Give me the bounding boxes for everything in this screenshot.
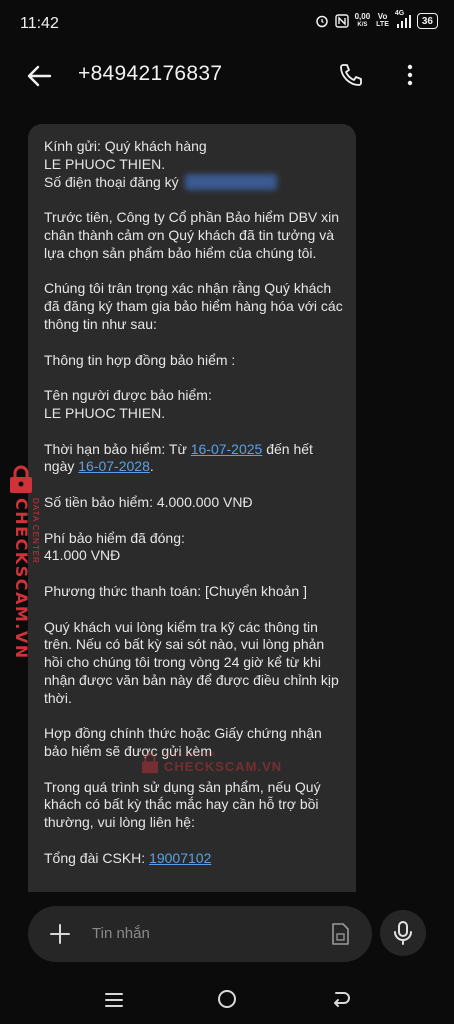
more-options-button[interactable] xyxy=(398,60,422,90)
recent-apps-button[interactable] xyxy=(104,990,124,1010)
intro-paragraph: Trước tiên, Công ty Cổ phần Bảo hiểm DBV… xyxy=(44,209,340,261)
system-navbar xyxy=(0,980,454,1024)
menu-lines-icon xyxy=(105,993,123,1007)
status-time: 11:42 xyxy=(20,15,59,32)
signal-icon: 4G xyxy=(395,10,411,28)
watermark-side-subtext: DATA CENTER xyxy=(31,498,40,564)
contact-number: +84942176837 xyxy=(78,62,223,85)
sim-card-icon xyxy=(332,923,349,945)
home-button[interactable] xyxy=(216,988,238,1010)
sum-insured: Số tiền bảo hiểm: 4.000.000 VNĐ xyxy=(44,493,253,510)
term-start-date-link[interactable]: 16-07-2025 xyxy=(191,441,263,457)
hotline-line: Tổng đài CSKH: 19007102 xyxy=(44,849,212,866)
back-arrow-icon xyxy=(334,992,350,1007)
support-paragraph: Trong quá trình sử dụng sản phẩm, nếu Qu… xyxy=(44,778,321,831)
confirm-paragraph: Chúng tôi trân trọng xác nhận rằng Quý k… xyxy=(44,280,343,332)
lock-icon xyxy=(10,465,32,493)
arrow-left-icon xyxy=(27,65,52,87)
nav-back-button[interactable] xyxy=(330,988,352,1010)
watermark-side: CHECKSCAM.VN DATA CENTER xyxy=(4,462,40,662)
microphone-icon xyxy=(394,921,412,945)
watermark-center-text: CHECKSCAM.VN xyxy=(164,758,283,774)
phone-label: Số điện thoại đăng ký xyxy=(44,173,179,190)
term-end-date-link[interactable]: 16-07-2028 xyxy=(78,458,150,474)
redacted-phone xyxy=(184,173,277,190)
watermark-side-text: CHECKSCAM.VN xyxy=(12,498,31,660)
net-speed: 0,00 K/S xyxy=(354,12,371,29)
premium-label: Phí bảo hiểm đã đóng: xyxy=(44,529,185,546)
term-line: Thời hạn bảo hiểm: Từ 16-07-2025 đến hết… xyxy=(44,440,313,475)
customer-name: LE PHUOC THIEN. xyxy=(44,155,166,172)
contract-info-heading: Thông tin hợp đồng bảo hiểm : xyxy=(44,351,236,368)
check-paragraph: Quý khách vui lòng kiểm tra kỹ các thông… xyxy=(44,618,339,706)
call-button[interactable] xyxy=(336,60,366,90)
voice-input-button[interactable] xyxy=(380,910,426,956)
status-bar: 11:42 0,00 K/S Vo LTE 4G 36 xyxy=(0,0,454,48)
back-button[interactable] xyxy=(24,60,56,92)
premium-value: 41.000 VNĐ xyxy=(44,547,121,564)
status-icons: 0,00 K/S Vo LTE 4G 36 xyxy=(315,10,438,29)
nfc-icon xyxy=(334,14,349,28)
lock-icon xyxy=(141,753,159,774)
add-attachment-button[interactable] xyxy=(48,922,72,946)
sim-select-button[interactable] xyxy=(330,922,350,946)
message-bubble[interactable]: Kính gửi: Quý khách hàng LE PHUOC THIEN.… xyxy=(28,124,356,892)
conversation-header: +84942176837 xyxy=(0,48,454,104)
hotline-link[interactable]: 19007102 xyxy=(149,850,211,866)
insured-label: Tên người được bảo hiểm: xyxy=(44,387,212,404)
insured-name: LE PHUOC THIEN. xyxy=(44,404,166,421)
watermark-center: DATA CENTER CHECKSCAM.VN xyxy=(140,752,282,774)
volte-indicator: Vo LTE xyxy=(376,12,389,29)
plus-icon xyxy=(50,924,70,944)
phone-icon xyxy=(340,64,362,86)
compose-bar: Tin nhắn xyxy=(28,906,372,962)
alarm-icon xyxy=(315,14,329,28)
battery-icon: 36 xyxy=(416,13,438,29)
payment-method: Phương thức thanh toán: [Chuyển khoản ] xyxy=(44,582,307,599)
circle-home-icon xyxy=(218,990,236,1008)
greeting: Kính gửi: Quý khách hàng xyxy=(44,138,207,154)
message-input[interactable]: Tin nhắn xyxy=(92,925,150,942)
more-vertical-icon xyxy=(407,64,413,86)
